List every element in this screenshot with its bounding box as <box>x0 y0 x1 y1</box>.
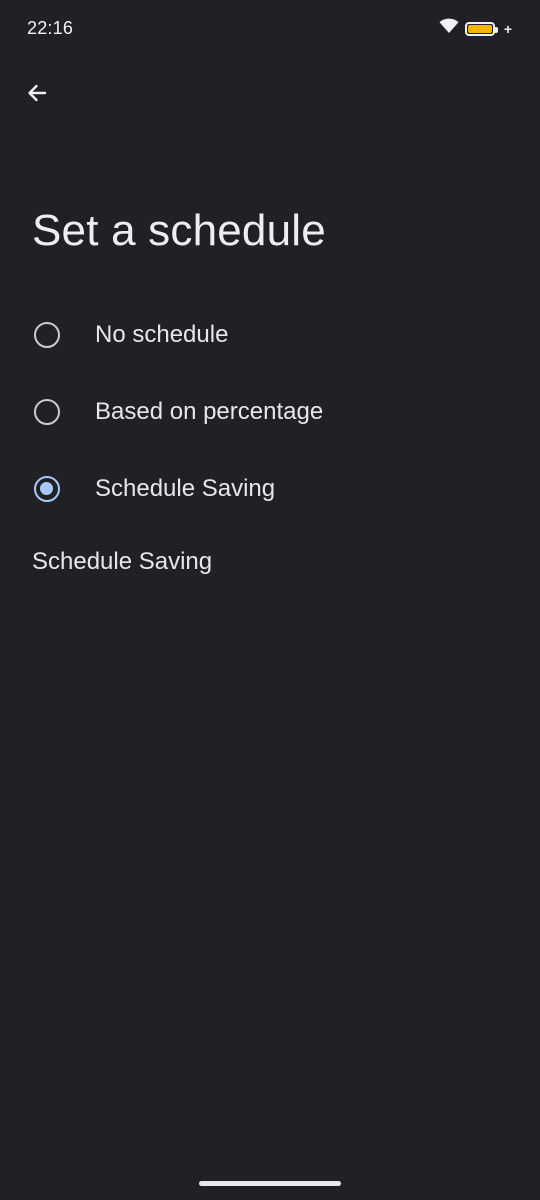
radio-button-checked-icon[interactable] <box>34 475 60 502</box>
status-bar: 22:16 + <box>0 0 540 58</box>
option-schedule-saving[interactable]: Schedule Saving <box>0 450 540 527</box>
radio-button-icon[interactable] <box>34 321 60 348</box>
option-no-schedule[interactable]: No schedule <box>0 296 540 373</box>
page-title: Set a schedule <box>32 206 326 255</box>
radio-button-icon[interactable] <box>34 398 60 425</box>
charging-icon: + <box>503 20 512 37</box>
option-label: Based on percentage <box>95 397 324 425</box>
option-based-on-percentage[interactable]: Based on percentage <box>0 373 540 450</box>
back-button[interactable] <box>16 74 58 116</box>
wifi-icon <box>439 18 459 39</box>
back-arrow-icon <box>25 81 49 110</box>
status-time: 22:16 <box>27 18 74 38</box>
option-label: No schedule <box>95 320 229 348</box>
battery-level <box>467 24 492 33</box>
home-indicator[interactable] <box>199 1181 341 1186</box>
schedule-options: No schedule Based on percentage Schedule… <box>0 296 540 527</box>
battery-icon <box>464 21 498 36</box>
option-label: Schedule Saving <box>95 474 276 502</box>
status-icons: + <box>439 18 512 39</box>
schedule-saving-setting[interactable]: Schedule Saving <box>32 548 212 576</box>
